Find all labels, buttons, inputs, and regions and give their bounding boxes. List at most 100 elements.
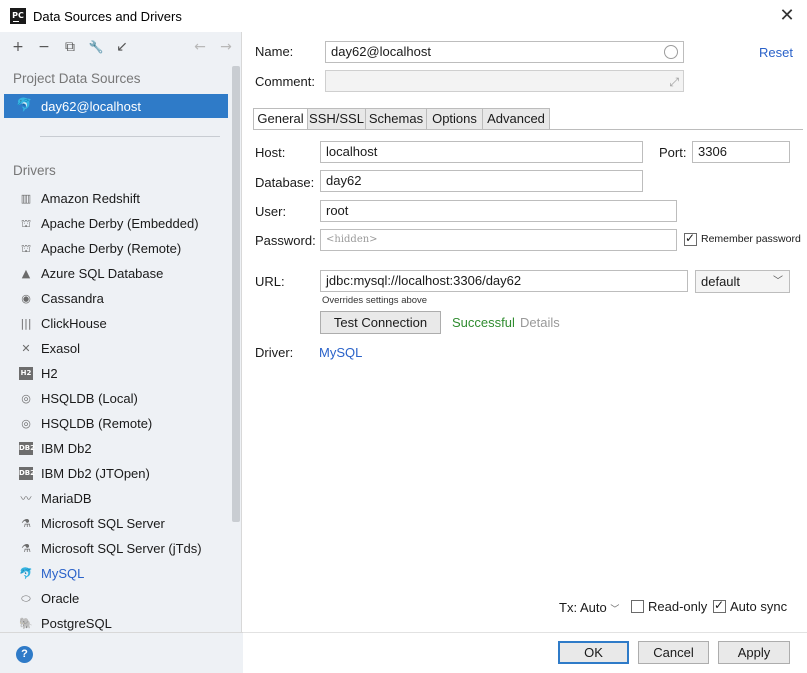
wrench-icon[interactable]: 🔧 bbox=[86, 36, 106, 58]
tab-advanced[interactable]: Advanced bbox=[483, 108, 550, 130]
driver-item[interactable]: ◉ Cassandra bbox=[0, 287, 230, 312]
remember-password-checkbox[interactable] bbox=[684, 231, 697, 246]
remember-password-label[interactable]: Remember password bbox=[701, 233, 801, 245]
reset-link[interactable]: Reset bbox=[759, 45, 793, 60]
host-input-value: localhost bbox=[326, 144, 378, 159]
chevron-down-icon: ﹀ bbox=[773, 276, 783, 287]
back-arrow-icon[interactable]: ← bbox=[190, 36, 210, 58]
url-input-value: jdbc:mysql://localhost:3306/day62 bbox=[326, 273, 522, 288]
driver-item[interactable]: ◎ HSQLDB (Remote) bbox=[0, 412, 230, 437]
tab-ssh-ssl[interactable]: SSH/SSL bbox=[308, 108, 366, 130]
test-connection-button[interactable]: Test Connection bbox=[320, 311, 441, 334]
driver-item[interactable]: 🐘 PostgreSQL bbox=[0, 612, 230, 632]
data-source-item[interactable]: 🐬 day62@localhost bbox=[4, 94, 228, 118]
driver-label: Azure SQL Database bbox=[41, 266, 164, 281]
driver-item[interactable]: ⚗ Microsoft SQL Server (jTds) bbox=[0, 537, 230, 562]
main-panel: Name: day62@localhost Reset Comment: ⤢ G… bbox=[243, 32, 807, 632]
driver-label: Cassandra bbox=[41, 291, 104, 306]
help-icon[interactable]: ? bbox=[16, 646, 33, 663]
name-input[interactable]: day62@localhost bbox=[325, 41, 684, 63]
user-input-value: root bbox=[326, 203, 349, 218]
mysql-dolphin-icon: 🐬 bbox=[16, 98, 33, 113]
driver-icon: DB2 bbox=[19, 442, 35, 455]
driver-item[interactable]: 🐬 MySQL bbox=[0, 562, 230, 587]
port-input-value: 3306 bbox=[698, 144, 727, 159]
driver-item[interactable]: ⬭ Oracle bbox=[0, 587, 230, 612]
driver-item[interactable]: ⛫ Apache Derby (Remote) bbox=[0, 237, 230, 262]
details-link[interactable]: Details bbox=[520, 315, 560, 330]
driver-icon: ▲ bbox=[21, 267, 31, 280]
driver-icon: ✕ bbox=[21, 342, 31, 355]
url-mode-value: default bbox=[701, 274, 741, 289]
sidebar: + − ⧉ 🔧 ↙ ← → Project Data Sources 🐬 day… bbox=[0, 32, 242, 632]
driver-icon: ⚗ bbox=[21, 542, 31, 555]
comment-label: Comment: bbox=[255, 74, 315, 89]
driver-item[interactable]: ⚗ Microsoft SQL Server bbox=[0, 512, 230, 537]
close-window-button[interactable]: ✕ bbox=[775, 4, 799, 28]
driver-label: MariaDB bbox=[41, 491, 92, 506]
ok-button[interactable]: OK bbox=[558, 641, 629, 664]
driver-label: Microsoft SQL Server bbox=[41, 516, 165, 531]
password-input[interactable]: <hidden> bbox=[320, 229, 677, 251]
driver-item[interactable]: ▥ Amazon Redshift bbox=[0, 187, 230, 212]
read-only-checkbox[interactable] bbox=[631, 600, 644, 613]
driver-label: Microsoft SQL Server (jTds) bbox=[41, 541, 202, 556]
read-only-label[interactable]: Read-only bbox=[648, 599, 707, 614]
driver-item[interactable]: ||| ClickHouse bbox=[0, 312, 230, 337]
data-source-label: day62@localhost bbox=[41, 99, 141, 114]
drivers-heading: Drivers bbox=[13, 163, 56, 178]
database-input[interactable]: day62 bbox=[320, 170, 643, 192]
duplicate-icon[interactable]: ⧉ bbox=[60, 36, 80, 58]
remove-icon[interactable]: − bbox=[34, 36, 54, 58]
driver-item[interactable]: DB2 IBM Db2 (JTOpen) bbox=[0, 462, 230, 487]
apply-button[interactable]: Apply bbox=[718, 641, 790, 664]
driver-item[interactable]: ▲ Azure SQL Database bbox=[0, 262, 230, 287]
port-label: Port: bbox=[659, 145, 687, 160]
driver-item[interactable]: DB2 IBM Db2 bbox=[0, 437, 230, 462]
tab-options[interactable]: Options bbox=[427, 108, 483, 130]
driver-label: Oracle bbox=[41, 591, 80, 606]
import-icon[interactable]: ↙ bbox=[112, 36, 132, 58]
driver-item[interactable]: ⛫ Apache Derby (Embedded) bbox=[0, 212, 230, 237]
tab-schemas[interactable]: Schemas bbox=[366, 108, 427, 130]
forward-arrow-icon[interactable]: → bbox=[216, 36, 236, 58]
color-indicator-icon[interactable] bbox=[664, 45, 678, 59]
driver-item[interactable]: ◎ HSQLDB (Local) bbox=[0, 387, 230, 412]
url-mode-select[interactable]: default ﹀ bbox=[695, 270, 790, 293]
comment-input[interactable]: ⤢ bbox=[325, 70, 684, 92]
tab-general[interactable]: General bbox=[253, 108, 308, 130]
port-input[interactable]: 3306 bbox=[692, 141, 790, 163]
database-label: Database: bbox=[255, 175, 315, 190]
driver-item[interactable]: ✕ Exasol bbox=[0, 337, 230, 362]
driver-item[interactable]: H2 H2 bbox=[0, 362, 230, 387]
sidebar-scrollbar[interactable] bbox=[232, 66, 240, 522]
auto-sync-label[interactable]: Auto sync bbox=[730, 599, 787, 614]
auto-sync-checkbox[interactable] bbox=[713, 598, 726, 613]
driver-link[interactable]: MySQL bbox=[319, 345, 362, 360]
driver-icon: ⚗ bbox=[21, 517, 31, 530]
user-input[interactable]: root bbox=[320, 200, 677, 222]
host-input[interactable]: localhost bbox=[320, 141, 643, 163]
driver-icon: ◉ bbox=[21, 292, 31, 305]
driver-label: Driver: bbox=[255, 345, 294, 360]
drivers-list: ▥ Amazon Redshift ⛫ Apache Derby (Embedded)… bbox=[0, 187, 230, 632]
driver-item[interactable]: 〰 MariaDB bbox=[0, 487, 230, 512]
driver-icon: ▥ bbox=[20, 192, 32, 205]
driver-label: Apache Derby (Remote) bbox=[41, 241, 182, 256]
url-input[interactable]: jdbc:mysql://localhost:3306/day62 bbox=[320, 270, 688, 292]
sidebar-divider bbox=[40, 136, 220, 137]
tx-mode-select[interactable]: Tx: Auto ﹀ bbox=[559, 600, 619, 615]
driver-label: H2 bbox=[41, 366, 58, 381]
driver-icon: ⬭ bbox=[21, 592, 31, 605]
driver-label: PostgreSQL bbox=[41, 616, 112, 631]
password-label: Password: bbox=[255, 233, 316, 248]
tabs-underline bbox=[253, 129, 803, 130]
test-status: Successful bbox=[452, 315, 515, 330]
title-bar: PC Data Sources and Drivers ✕ bbox=[0, 0, 807, 32]
pycharm-app-icon: PC bbox=[10, 8, 26, 24]
driver-label: HSQLDB (Local) bbox=[41, 391, 138, 406]
expand-icon[interactable]: ⤢ bbox=[669, 72, 679, 91]
cancel-button[interactable]: Cancel bbox=[638, 641, 709, 664]
url-label: URL: bbox=[255, 274, 285, 289]
add-icon[interactable]: + bbox=[8, 36, 28, 58]
